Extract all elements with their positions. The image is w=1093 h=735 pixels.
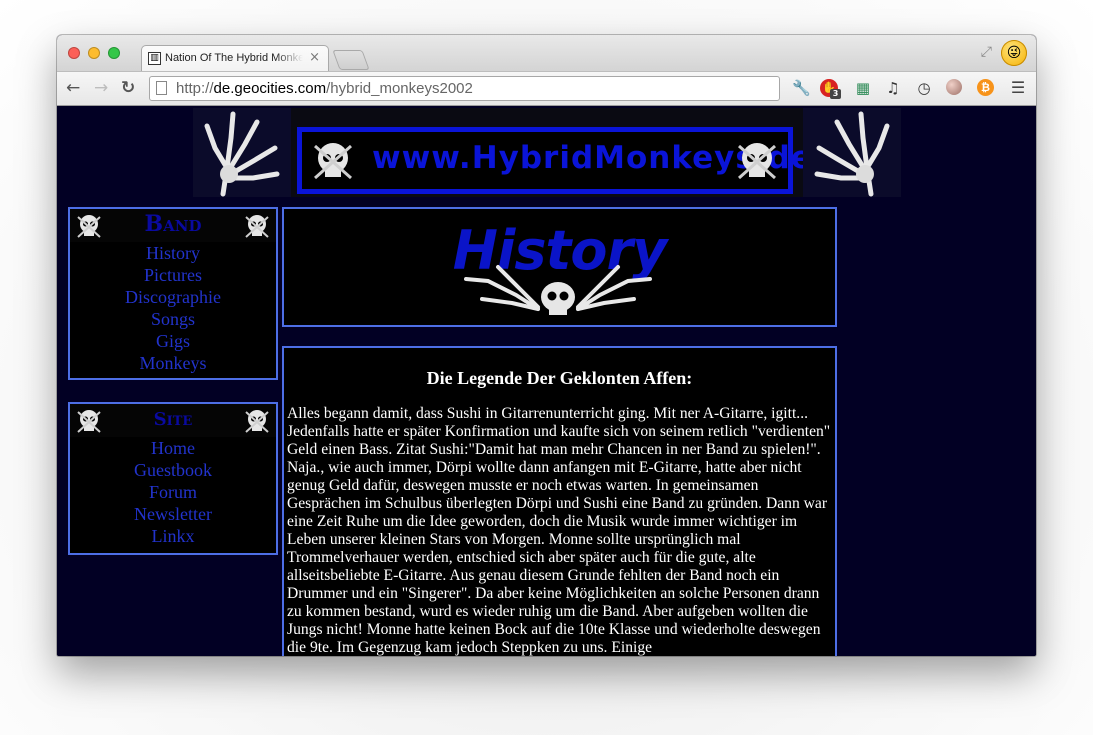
nav-item-monkeys: Monkeys (70, 352, 276, 374)
banner-logo-frame: www.HybridMonkeys.de (297, 127, 813, 194)
nav-link-linkx[interactable]: Linkx (152, 526, 195, 546)
fullscreen-icon[interactable]: ⤢ (981, 44, 992, 60)
nav-item-gigs: Gigs (70, 330, 276, 352)
skeleton-hand-left-image (193, 108, 291, 197)
site-nav-list: Home Guestbook Forum Newsletter Linkx (70, 437, 276, 547)
page-icon (156, 81, 167, 95)
article-box: Die Legende Der Geklonten Affen: Alles b… (282, 346, 837, 656)
skull-icon (77, 410, 101, 433)
music-icon[interactable]: ♫ (884, 79, 902, 97)
nav-item-newsletter: Newsletter (70, 503, 276, 525)
skull-icon (77, 215, 101, 238)
clock-icon[interactable]: ◷ (915, 79, 933, 97)
wrench-icon[interactable]: 🔧 (792, 79, 811, 97)
address-bar[interactable]: http://de.geocities.com/hybrid_monkeys20… (149, 76, 780, 101)
nav-item-discographie: Discographie (70, 286, 276, 308)
nav-link-home[interactable]: Home (151, 438, 195, 458)
tab-title: Nation Of The Hybrid Monkeys (165, 52, 303, 64)
skull-icon (245, 410, 269, 433)
forward-arrow-icon[interactable]: → (94, 78, 108, 98)
nav-link-newsletter[interactable]: Newsletter (134, 504, 212, 524)
nav-item-forum: Forum (70, 481, 276, 503)
url-path: /hybrid_monkeys2002 (326, 80, 473, 97)
site-nav-header: Site (70, 404, 276, 437)
nav-link-monkeys[interactable]: Monkeys (140, 353, 207, 373)
nav-item-pictures: Pictures (70, 264, 276, 286)
band-nav-title: Band (144, 211, 202, 237)
url-prefix: http:// (176, 80, 214, 97)
site-banner: www.HybridMonkeys.de (193, 108, 901, 197)
nav-item-guestbook: Guestbook (70, 459, 276, 481)
skeleton-hands-skull-image (464, 265, 652, 315)
banner-logo-text: www.HybridMonkeys.de (372, 140, 813, 176)
url-text: http://de.geocities.com/hybrid_monkeys20… (176, 80, 473, 97)
nav-link-history[interactable]: History (146, 243, 200, 263)
nav-link-forum[interactable]: Forum (149, 482, 197, 502)
minimize-window-button[interactable] (88, 47, 100, 59)
web-page: www.HybridMonkeys.de Band History Pictur… (57, 106, 1036, 656)
article-body: Alles begann damit, dass Sushi in Gitarr… (287, 405, 831, 656)
cube-icon[interactable]: ▦ (854, 79, 872, 97)
band-nav-list: History Pictures Discographie Songs Gigs… (70, 242, 276, 374)
adblock-count-badge: 3 (830, 89, 841, 99)
browser-tab[interactable]: ▥ Nation Of The Hybrid Monkeys × (141, 45, 329, 72)
favicon-icon: ▥ (148, 52, 161, 65)
new-tab-button[interactable] (332, 50, 370, 70)
browser-window: ▥ Nation Of The Hybrid Monkeys × ⤢ 😜 ← →… (57, 35, 1036, 656)
nav-link-discographie[interactable]: Discographie (125, 287, 221, 307)
nav-item-songs: Songs (70, 308, 276, 330)
skull-icon (314, 143, 352, 180)
nav-item-linkx: Linkx (70, 525, 276, 547)
menu-icon[interactable]: ☰ (1009, 79, 1027, 97)
band-navigation-box: Band History Pictures Discographie Songs… (68, 207, 278, 380)
nav-link-guestbook[interactable]: Guestbook (134, 460, 212, 480)
nav-item-history: History (70, 242, 276, 264)
nav-link-pictures[interactable]: Pictures (144, 265, 202, 285)
tab-bar: ▥ Nation Of The Hybrid Monkeys × ⤢ 😜 (57, 35, 1036, 72)
close-window-button[interactable] (68, 47, 80, 59)
nav-link-songs[interactable]: Songs (151, 309, 195, 329)
band-nav-header: Band (70, 209, 276, 242)
ball-icon[interactable] (946, 79, 962, 95)
browser-toolbar: ← → ↻ http://de.geocities.com/hybrid_mon… (57, 71, 1036, 106)
nav-link-gigs[interactable]: Gigs (156, 331, 190, 351)
skull-icon (738, 143, 776, 180)
skeleton-hand-right-image (803, 108, 901, 197)
url-host: de.geocities.com (213, 80, 327, 97)
skull-icon (245, 215, 269, 238)
profile-icon[interactable]: 😜 (1001, 40, 1027, 66)
adblock-icon[interactable]: ✋ 3 (820, 79, 841, 99)
site-nav-title: Site (153, 409, 193, 430)
article-title: Die Legende Der Geklonten Affen: (426, 368, 693, 388)
reload-icon[interactable]: ↻ (121, 78, 135, 98)
history-heading-box: History (282, 207, 837, 327)
bitcoin-icon[interactable]: ₿ (977, 79, 994, 96)
back-arrow-icon[interactable]: ← (66, 78, 80, 98)
zoom-window-button[interactable] (108, 47, 120, 59)
site-navigation-box: Site Home Guestbook Forum Newsletter Lin… (68, 402, 278, 555)
tab-close-icon[interactable]: × (309, 50, 320, 65)
nav-item-home: Home (70, 437, 276, 459)
